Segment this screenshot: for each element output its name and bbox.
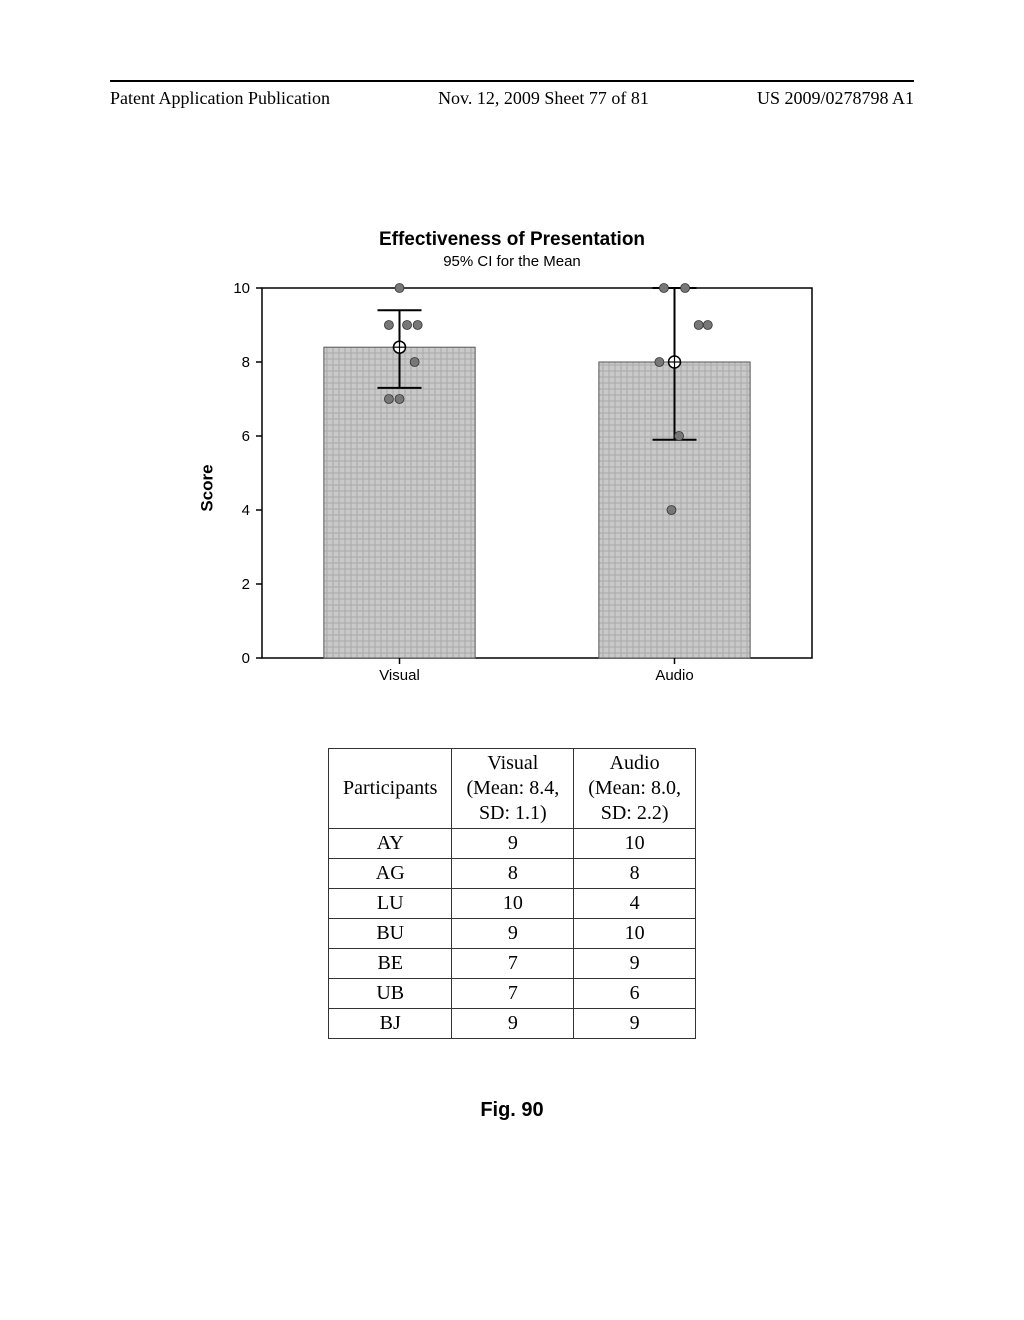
- page-header: Patent Application Publication Nov. 12, …: [110, 88, 914, 109]
- col-audio-l3: SD: 2.2): [601, 802, 669, 824]
- y-tick-label: 6: [242, 428, 250, 445]
- col-visual-l2: (Mean: 8.4,: [466, 777, 559, 799]
- table-row: BU910: [329, 919, 696, 949]
- table-cell: 8: [574, 859, 696, 889]
- header-left: Patent Application Publication: [110, 88, 330, 109]
- patent-page: Patent Application Publication Nov. 12, …: [0, 0, 1024, 1320]
- chart-area: Score 0 2 4 6 8 10 Visual Audio: [192, 278, 832, 698]
- y-tick-label: 4: [242, 502, 250, 519]
- table-row: BJ99: [329, 1009, 696, 1039]
- table-cell: 4: [574, 889, 696, 919]
- col-participants: Participants: [329, 749, 452, 829]
- y-tick-label: 0: [242, 650, 250, 667]
- table-row: BE79: [329, 949, 696, 979]
- table-cell: 9: [452, 829, 574, 859]
- header-right: US 2009/0278798 A1: [757, 88, 914, 109]
- x-category-label: Audio: [655, 667, 693, 684]
- table-header-row: Participants Visual (Mean: 8.4, SD: 1.1)…: [329, 749, 696, 829]
- chart-block: Effectiveness of Presentation 95% CI for…: [110, 229, 914, 698]
- table-cell: 10: [574, 919, 696, 949]
- y-tick-label: 8: [242, 354, 250, 371]
- data-table: Participants Visual (Mean: 8.4, SD: 1.1)…: [328, 748, 696, 1039]
- table-row: UB76: [329, 979, 696, 1009]
- figure-caption: Fig. 90: [110, 1099, 914, 1122]
- table-row: AY910: [329, 829, 696, 859]
- table-cell: UB: [329, 979, 452, 1009]
- table-cell: BU: [329, 919, 452, 949]
- table-cell: AG: [329, 859, 452, 889]
- table-cell: 9: [574, 1009, 696, 1039]
- table-cell: 9: [452, 1009, 574, 1039]
- chart-title: Effectiveness of Presentation: [110, 229, 914, 251]
- col-audio-l1: Audio: [610, 752, 660, 774]
- col-audio-l2: (Mean: 8.0,: [588, 777, 681, 799]
- header-rule: [110, 80, 914, 82]
- chart-ylabel: Score: [198, 464, 218, 511]
- col-visual: Visual (Mean: 8.4, SD: 1.1): [452, 749, 574, 829]
- table-cell: 6: [574, 979, 696, 1009]
- table-cell: BJ: [329, 1009, 452, 1039]
- chart-svg: 0 2 4 6 8 10 Visual Audio: [192, 278, 832, 698]
- table-cell: LU: [329, 889, 452, 919]
- table-cell: 7: [452, 949, 574, 979]
- col-participants-label: Participants: [343, 777, 437, 799]
- table-cell: 10: [574, 829, 696, 859]
- x-category-label: Visual: [379, 667, 420, 684]
- table-cell: 8: [452, 859, 574, 889]
- col-audio: Audio (Mean: 8.0, SD: 2.2): [574, 749, 696, 829]
- table-row: LU104: [329, 889, 696, 919]
- y-tick-label: 10: [233, 280, 250, 297]
- table-row: AG88: [329, 859, 696, 889]
- header-middle: Nov. 12, 2009 Sheet 77 of 81: [438, 88, 649, 109]
- table-cell: 9: [574, 949, 696, 979]
- y-tick-label: 2: [242, 576, 250, 593]
- table-cell: 10: [452, 889, 574, 919]
- table-cell: 7: [452, 979, 574, 1009]
- col-visual-l1: Visual: [487, 752, 538, 774]
- table-cell: 9: [452, 919, 574, 949]
- table-cell: BE: [329, 949, 452, 979]
- col-visual-l3: SD: 1.1): [479, 802, 547, 824]
- table-cell: AY: [329, 829, 452, 859]
- chart-subtitle: 95% CI for the Mean: [110, 253, 914, 270]
